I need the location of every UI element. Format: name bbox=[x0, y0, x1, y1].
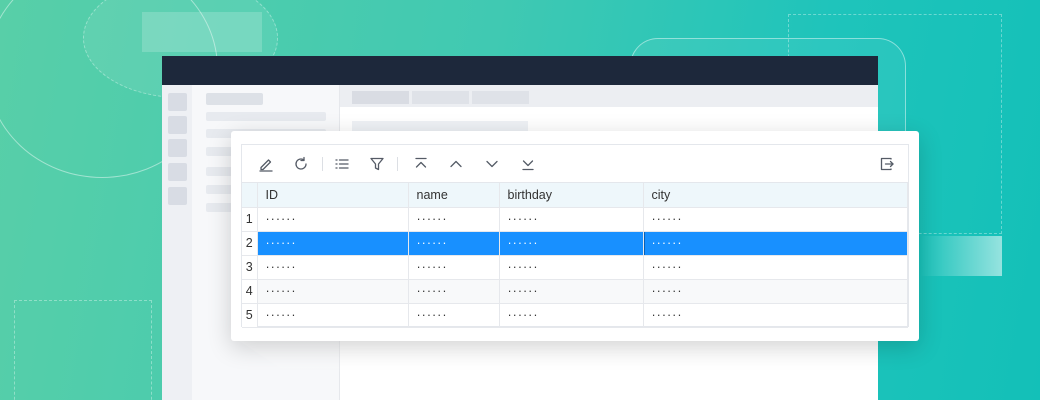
table-cell[interactable]: ······ bbox=[499, 231, 644, 256]
move-bottom-icon[interactable] bbox=[519, 155, 537, 173]
table-cell[interactable]: ······ bbox=[408, 231, 500, 256]
table-cell[interactable]: ······ bbox=[408, 255, 500, 280]
app-titlebar bbox=[162, 56, 878, 85]
table-cell[interactable]: ······ bbox=[408, 207, 500, 232]
content-placeholder bbox=[352, 121, 528, 131]
table-row-selected[interactable]: 2 ······ ······ ······ ······ bbox=[242, 231, 908, 256]
table-cell[interactable]: ······ bbox=[257, 279, 409, 304]
row-number: 1 bbox=[242, 207, 258, 232]
row-number: 2 bbox=[242, 231, 258, 256]
tab-strip bbox=[340, 85, 878, 107]
rail-button[interactable] bbox=[168, 163, 187, 181]
grid-table: ID name birthday city 1 ······ ······ ··… bbox=[242, 183, 908, 328]
table-cell[interactable]: ······ bbox=[643, 303, 908, 328]
tab-placeholder[interactable] bbox=[472, 91, 529, 104]
tab-placeholder[interactable] bbox=[352, 91, 409, 104]
refresh-icon[interactable] bbox=[292, 155, 310, 173]
table-cell[interactable]: ······ bbox=[257, 231, 409, 256]
row-number: 3 bbox=[242, 255, 258, 280]
table-row[interactable]: 5 ······ ······ ······ ······ bbox=[242, 303, 908, 328]
move-up-icon[interactable] bbox=[447, 155, 465, 173]
table-cell[interactable]: ······ bbox=[643, 207, 908, 232]
rail-button[interactable] bbox=[168, 116, 187, 134]
column-header[interactable]: birthday bbox=[499, 183, 644, 208]
table-cell[interactable]: ······ bbox=[257, 255, 409, 280]
list-icon[interactable] bbox=[333, 155, 351, 173]
sidebar-item-placeholder bbox=[206, 112, 326, 121]
table-cell[interactable]: ······ bbox=[499, 303, 644, 328]
column-header[interactable]: name bbox=[408, 183, 500, 208]
table-row[interactable]: 1 ······ ······ ······ ······ bbox=[242, 207, 908, 232]
decor-dashed-rect-left bbox=[14, 300, 152, 400]
table-cell[interactable]: ······ bbox=[643, 255, 908, 280]
table-cell[interactable]: ······ bbox=[408, 303, 500, 328]
decor-bar bbox=[920, 236, 1002, 276]
row-number-header bbox=[242, 183, 258, 208]
toolbar-divider bbox=[322, 157, 323, 171]
table-cell[interactable]: ······ bbox=[499, 279, 644, 304]
table-cell[interactable]: ······ bbox=[499, 207, 644, 232]
table-cell[interactable]: ······ bbox=[643, 279, 908, 304]
table-cell[interactable]: ······ bbox=[257, 207, 409, 232]
grid-toolbar bbox=[242, 145, 908, 183]
rail-button[interactable] bbox=[168, 93, 187, 111]
column-header[interactable]: ID bbox=[257, 183, 409, 208]
filter-icon[interactable] bbox=[368, 155, 386, 173]
table-cell[interactable]: ······ bbox=[499, 255, 644, 280]
table-cell[interactable]: ······ bbox=[257, 303, 409, 328]
move-down-icon[interactable] bbox=[483, 155, 501, 173]
data-grid-panel: ID name birthday city 1 ······ ······ ··… bbox=[231, 131, 919, 341]
toolbar-divider bbox=[397, 157, 398, 171]
column-header[interactable]: city bbox=[643, 183, 908, 208]
tab-placeholder[interactable] bbox=[412, 91, 469, 104]
export-icon[interactable] bbox=[878, 155, 896, 173]
table-cell-active[interactable]: ······ bbox=[643, 231, 908, 256]
row-number: 4 bbox=[242, 279, 258, 304]
panel-reflection bbox=[238, 340, 878, 374]
rail-button[interactable] bbox=[168, 187, 187, 205]
row-number: 5 bbox=[242, 303, 258, 328]
rail-button[interactable] bbox=[168, 139, 187, 157]
icon-rail bbox=[162, 85, 192, 400]
grid-header-row: ID name birthday city bbox=[242, 183, 908, 208]
decor-rect bbox=[142, 12, 262, 52]
table-row[interactable]: 3 ······ ······ ······ ······ bbox=[242, 255, 908, 280]
data-grid: ID name birthday city 1 ······ ······ ··… bbox=[241, 144, 909, 328]
move-top-icon[interactable] bbox=[412, 155, 430, 173]
edit-icon[interactable] bbox=[257, 155, 275, 173]
table-cell[interactable]: ······ bbox=[408, 279, 500, 304]
sidebar-heading-placeholder bbox=[206, 93, 263, 105]
table-row[interactable]: 4 ······ ······ ······ ······ bbox=[242, 279, 908, 304]
